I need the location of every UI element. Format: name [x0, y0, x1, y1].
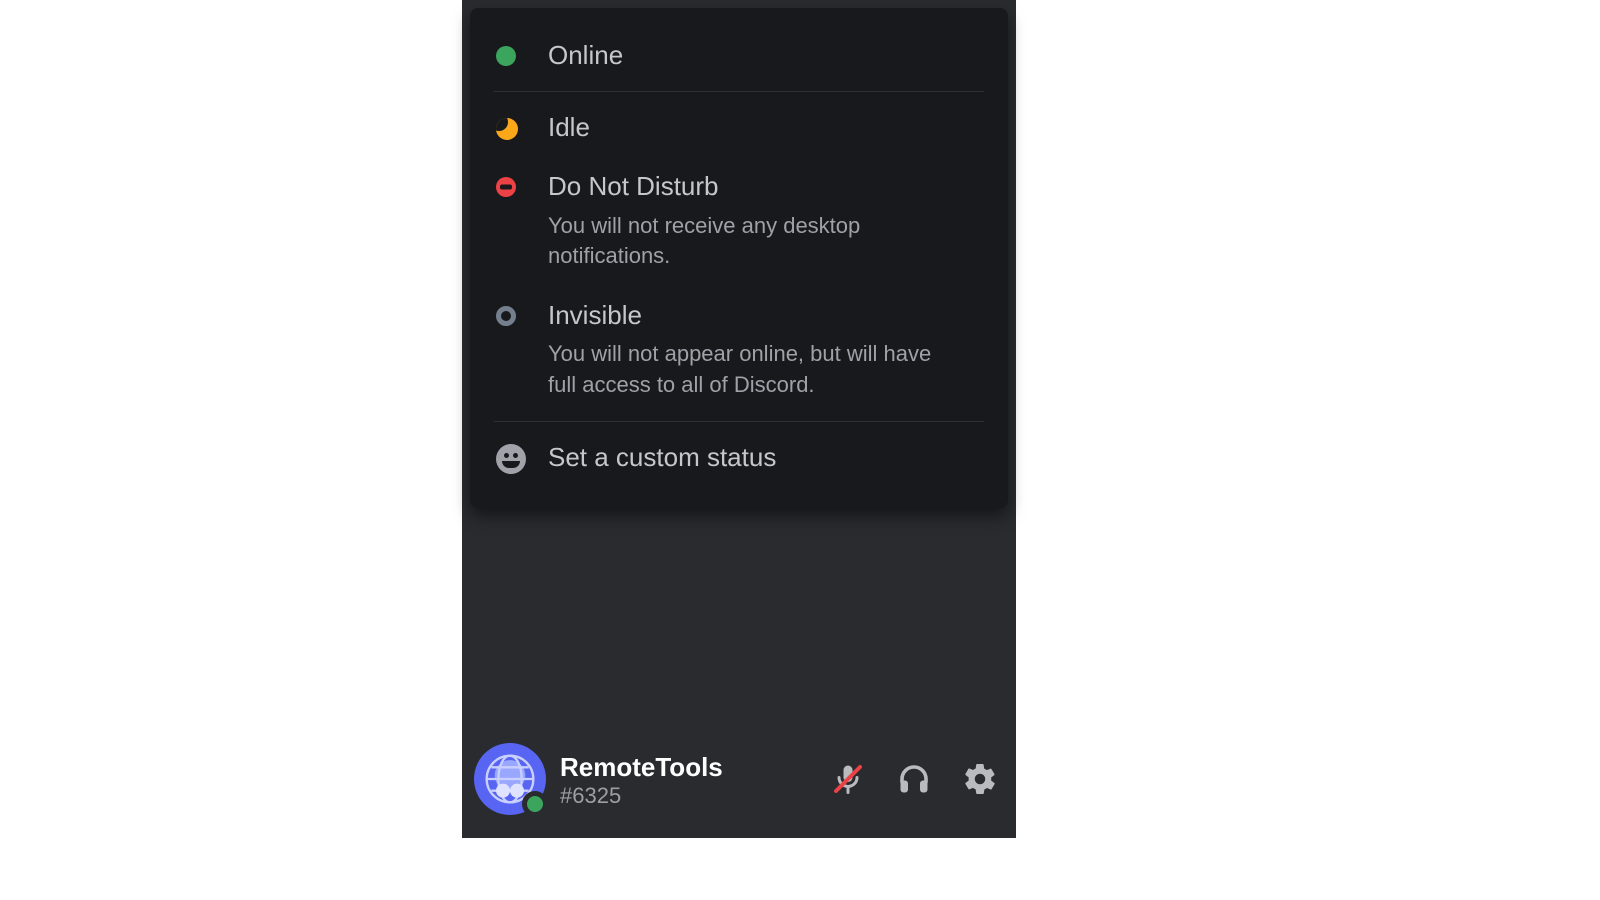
status-option-description: You will not receive any desktop notific…: [548, 211, 948, 273]
status-option-idle[interactable]: Idle: [470, 98, 1008, 157]
custom-status-label: Set a custom status: [548, 442, 984, 473]
mute-mic-button[interactable]: [828, 759, 868, 799]
deafen-button[interactable]: [894, 759, 934, 799]
user-status-indicator: [522, 791, 548, 817]
status-option-invisible[interactable]: Invisible You will not appear online, bu…: [470, 286, 1008, 415]
status-option-dnd[interactable]: Do Not Disturb You will not receive any …: [470, 157, 1008, 286]
status-option-label: Idle: [548, 112, 984, 143]
idle-status-icon: [496, 118, 518, 140]
user-info[interactable]: RemoteTools #6325: [560, 752, 740, 807]
status-option-label: Online: [548, 40, 984, 71]
online-status-icon: [496, 46, 516, 66]
divider: [494, 421, 984, 422]
divider: [494, 91, 984, 92]
invisible-status-icon: [496, 306, 516, 326]
status-option-online[interactable]: Online: [470, 26, 1008, 85]
discord-user-panel: Online Idle Do Not Disturb You will no: [462, 0, 1016, 838]
status-option-description: You will not appear online, but will hav…: [548, 339, 948, 401]
gear-icon: [962, 761, 998, 797]
user-settings-button[interactable]: [960, 759, 1000, 799]
status-option-label: Invisible: [548, 300, 984, 331]
smiley-icon: [496, 444, 526, 474]
set-custom-status[interactable]: Set a custom status: [470, 428, 1008, 488]
headphones-icon: [896, 761, 932, 797]
dnd-status-icon: [496, 177, 516, 197]
status-popup: Online Idle Do Not Disturb You will no: [470, 8, 1008, 508]
status-option-label: Do Not Disturb: [548, 171, 984, 202]
avatar[interactable]: [474, 743, 546, 815]
user-discriminator: #6325: [560, 785, 740, 807]
username: RemoteTools: [560, 752, 740, 783]
microphone-muted-icon: [830, 761, 866, 797]
user-bar: RemoteTools #6325: [462, 720, 1016, 838]
